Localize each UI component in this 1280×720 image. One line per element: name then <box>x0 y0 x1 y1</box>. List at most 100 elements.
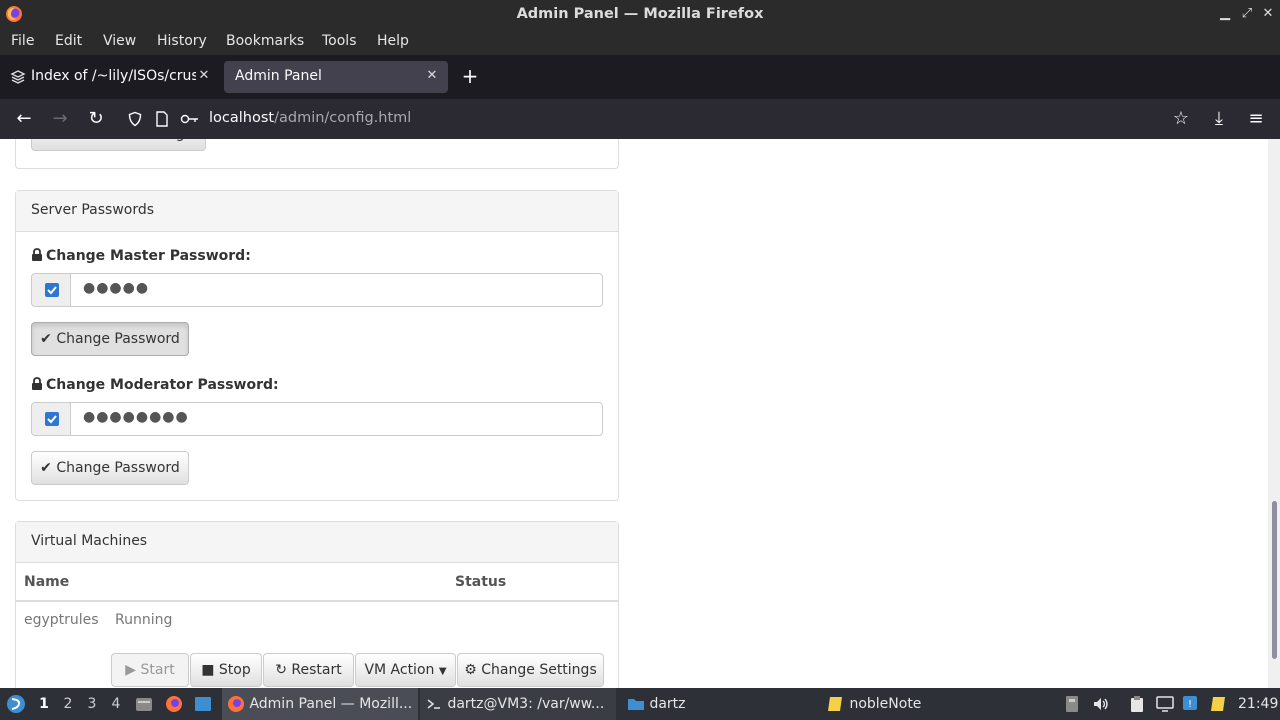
page-icon[interactable] <box>155 111 169 127</box>
vm-name: egyptrules <box>24 612 99 628</box>
server-settings-panel: Save Server Settings <box>15 139 619 169</box>
moderator-password-checkbox-addon <box>31 402 71 436</box>
workspace-1[interactable]: 1 <box>37 696 51 712</box>
lock-icon <box>32 248 42 261</box>
panel-heading: Virtual Machines <box>16 522 618 563</box>
clipboard-icon[interactable] <box>1129 695 1145 713</box>
button-label: Change Settings <box>481 662 597 678</box>
firefox-launcher-icon[interactable] <box>165 695 183 713</box>
tab-admin-panel[interactable]: Admin Panel ✕ <box>224 61 448 93</box>
new-tab-icon[interactable]: + <box>458 64 482 88</box>
checkmark-icon <box>47 415 57 424</box>
task-noblenote[interactable]: nobleNote <box>824 688 1020 720</box>
moderator-password-label: Change Moderator Password: <box>31 377 279 393</box>
note-icon <box>828 697 842 711</box>
lock-icon <box>32 377 42 390</box>
change-master-password-button[interactable]: ✔ Change Password <box>31 322 189 356</box>
sticky-note-tray-icon[interactable] <box>1210 695 1226 713</box>
task-file-manager[interactable]: dartz <box>622 688 818 720</box>
virtual-machines-panel: Virtual Machines Name Status egyptrules … <box>15 521 619 688</box>
button-label: Restart <box>291 662 342 678</box>
column-header-name: Name <box>16 564 447 602</box>
reload-icon[interactable]: ↻ <box>84 107 108 131</box>
master-password-input[interactable]: ●●●●● <box>70 273 603 307</box>
workspace-2[interactable]: 2 <box>61 696 75 712</box>
button-label: Change Password <box>56 460 180 476</box>
display-icon[interactable] <box>1156 695 1174 713</box>
moderator-password-checkbox[interactable] <box>45 412 59 426</box>
stop-vm-button[interactable]: ■ Stop <box>190 653 262 687</box>
minimize-icon[interactable]: ▁ <box>1217 5 1233 23</box>
moderator-password-input[interactable]: ●●●●●●●● <box>70 402 603 436</box>
back-arrow-icon[interactable]: ← <box>12 107 36 131</box>
menu-history[interactable]: History <box>157 33 207 49</box>
button-label: Change Password <box>56 331 180 347</box>
workspace-3[interactable]: 3 <box>85 696 99 712</box>
close-tab-icon[interactable]: ✕ <box>196 68 212 84</box>
terminal-icon <box>427 699 440 709</box>
moderator-password-group: ●●●●●●●● <box>31 402 603 436</box>
restore-icon[interactable]: ⤢ <box>1239 5 1255 23</box>
tab-index-of-isos[interactable]: Index of /~lily/ISOs/crust ✕ <box>2 61 220 93</box>
column-header-status: Status <box>447 564 618 602</box>
menu-edit[interactable]: Edit <box>55 33 82 49</box>
workspace-4[interactable]: 4 <box>109 696 123 712</box>
volume-icon[interactable] <box>1092 695 1110 713</box>
vm-table: Name Status egyptrules Running <box>16 564 618 638</box>
vm-action-dropdown[interactable]: VM Action ▼ <box>355 653 456 687</box>
page-content: Save Server Settings Server Passwords Ch… <box>0 139 1280 688</box>
master-password-checkbox[interactable] <box>45 283 59 297</box>
gear-icon: ⚙ <box>464 662 477 678</box>
task-label: nobleNote <box>849 696 922 712</box>
menu-tools[interactable]: Tools <box>322 33 357 49</box>
table-row[interactable]: egyptrules Running <box>16 601 618 638</box>
file-manager-launcher-icon[interactable] <box>135 695 153 713</box>
table-header-row: Name Status <box>16 564 618 602</box>
save-server-settings-button[interactable]: Save Server Settings <box>31 139 206 151</box>
svg-text:!: ! <box>1188 699 1192 710</box>
change-vm-settings-button[interactable]: ⚙ Change Settings <box>457 653 604 687</box>
bookmark-star-icon[interactable]: ☆ <box>1169 107 1193 131</box>
url-bar[interactable]: localhost/admin/config.html <box>118 103 1202 135</box>
vm-row-cell: egyptrules Running <box>16 601 618 638</box>
tab-label: Index of /~lily/ISOs/crust <box>31 68 196 84</box>
url-text: localhost/admin/config.html <box>209 110 411 126</box>
master-password-checkbox-addon <box>31 273 71 307</box>
close-tab-icon[interactable]: ✕ <box>424 68 440 84</box>
task-terminal[interactable]: dartz@VM3: /var/ww... <box>420 688 616 720</box>
page-scrollbar[interactable] <box>1268 139 1280 688</box>
menu-file[interactable]: File <box>11 33 34 49</box>
label-text: Change Moderator Password: <box>46 377 279 393</box>
scrollbar-thumb[interactable] <box>1272 501 1277 659</box>
permissions-key-icon[interactable] <box>180 111 200 127</box>
start-menu-icon[interactable] <box>6 694 26 714</box>
forward-arrow-icon[interactable]: → <box>48 107 72 131</box>
tab-label: Admin Panel <box>235 68 322 84</box>
task-label: dartz@VM3: /var/ww... <box>447 696 605 712</box>
download-icon[interactable]: ⤓ <box>1207 107 1231 131</box>
start-vm-button[interactable]: ▶ Start <box>111 653 189 687</box>
tab-bar: Index of /~lily/ISOs/crust ✕ Admin Panel… <box>0 55 1280 99</box>
master-password-group: ●●●●● <box>31 273 603 307</box>
task-label: Admin Panel — Mozill... <box>249 696 413 712</box>
layers-icon <box>10 70 26 84</box>
play-icon: ▶ <box>125 662 137 678</box>
hamburger-menu-icon[interactable]: ≡ <box>1244 107 1268 131</box>
close-window-icon[interactable]: ✕ <box>1260 5 1276 23</box>
update-notifier-icon[interactable]: ! <box>1182 695 1198 713</box>
change-moderator-password-button[interactable]: ✔ Change Password <box>31 451 189 485</box>
master-password-label: Change Master Password: <box>31 248 251 264</box>
refresh-icon: ↻ <box>275 662 287 678</box>
menu-view[interactable]: View <box>103 33 136 49</box>
stop-icon: ■ <box>201 662 215 678</box>
caret-down-icon: ▼ <box>438 666 447 677</box>
menu-bookmarks[interactable]: Bookmarks <box>226 33 304 49</box>
task-firefox[interactable]: Admin Panel — Mozill... <box>222 688 418 720</box>
shield-icon[interactable] <box>127 111 143 127</box>
window-launcher-icon[interactable] <box>194 695 212 713</box>
restart-vm-button[interactable]: ↻ Restart <box>263 653 354 687</box>
menu-bar: File Edit View History Bookmarks Tools H… <box>0 29 1280 55</box>
removable-drive-icon[interactable] <box>1064 695 1080 713</box>
menu-help[interactable]: Help <box>377 33 409 49</box>
server-passwords-panel: Server Passwords Change Master Password:… <box>15 190 619 501</box>
